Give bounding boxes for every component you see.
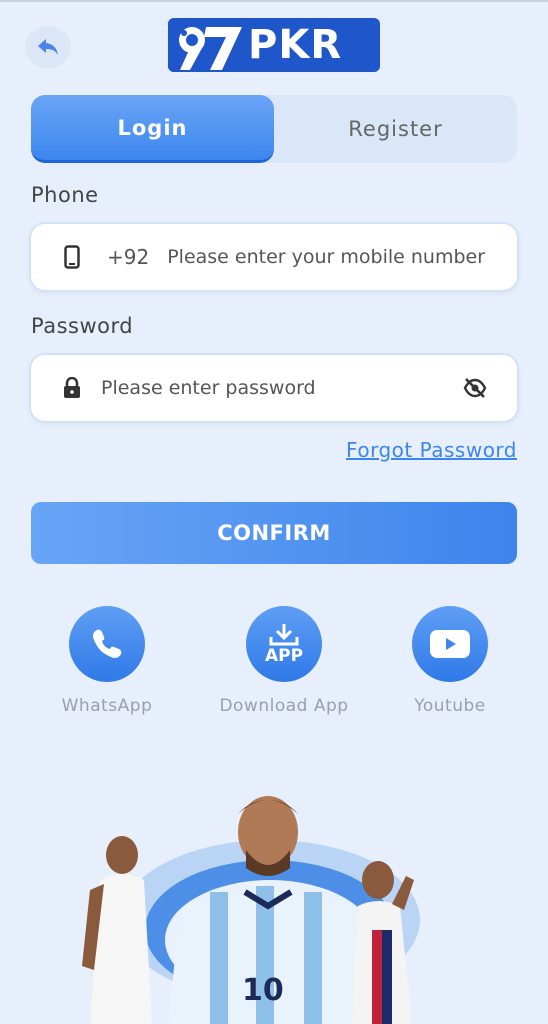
phone-input[interactable] [167, 246, 517, 268]
logo-text: PKR [248, 22, 343, 68]
download-app-icon[interactable]: APP [246, 606, 322, 682]
tab-login[interactable]: Login [31, 95, 274, 163]
confirm-button[interactable]: CONFIRM [31, 502, 517, 564]
app-badge-text: APP [264, 646, 304, 666]
tab-register[interactable]: Register [274, 95, 517, 163]
download-app-button[interactable]: APP Download App [209, 606, 359, 716]
phone-icon[interactable] [69, 606, 145, 682]
whatsapp-button[interactable]: WhatsApp [32, 606, 182, 716]
brand-logo: PKR [168, 18, 380, 72]
back-button[interactable] [25, 26, 71, 68]
phone-label: Phone [31, 183, 99, 207]
back-arrow-icon [38, 39, 58, 55]
svg-text:10: 10 [242, 973, 284, 1008]
country-code[interactable]: +92 [107, 245, 149, 269]
password-input[interactable] [101, 377, 463, 399]
lock-icon [61, 377, 83, 399]
password-field[interactable] [31, 355, 517, 421]
top-border [0, 0, 548, 2]
hide-password-icon[interactable] [463, 378, 487, 398]
forgot-password-link[interactable]: Forgot Password [346, 438, 517, 462]
football-players-banner: 10 [82, 796, 420, 1024]
whatsapp-label: WhatsApp [61, 696, 153, 716]
youtube-icon[interactable] [412, 606, 488, 682]
youtube-button[interactable]: Youtube [375, 606, 525, 716]
logo-number-mark [168, 18, 246, 72]
download-app-label: Download App [219, 696, 349, 716]
youtube-label: Youtube [414, 696, 486, 716]
mobile-phone-icon [61, 245, 83, 269]
auth-tabs: Login Register [31, 95, 517, 163]
password-label: Password [31, 314, 134, 338]
phone-field[interactable]: +92 [31, 224, 517, 290]
